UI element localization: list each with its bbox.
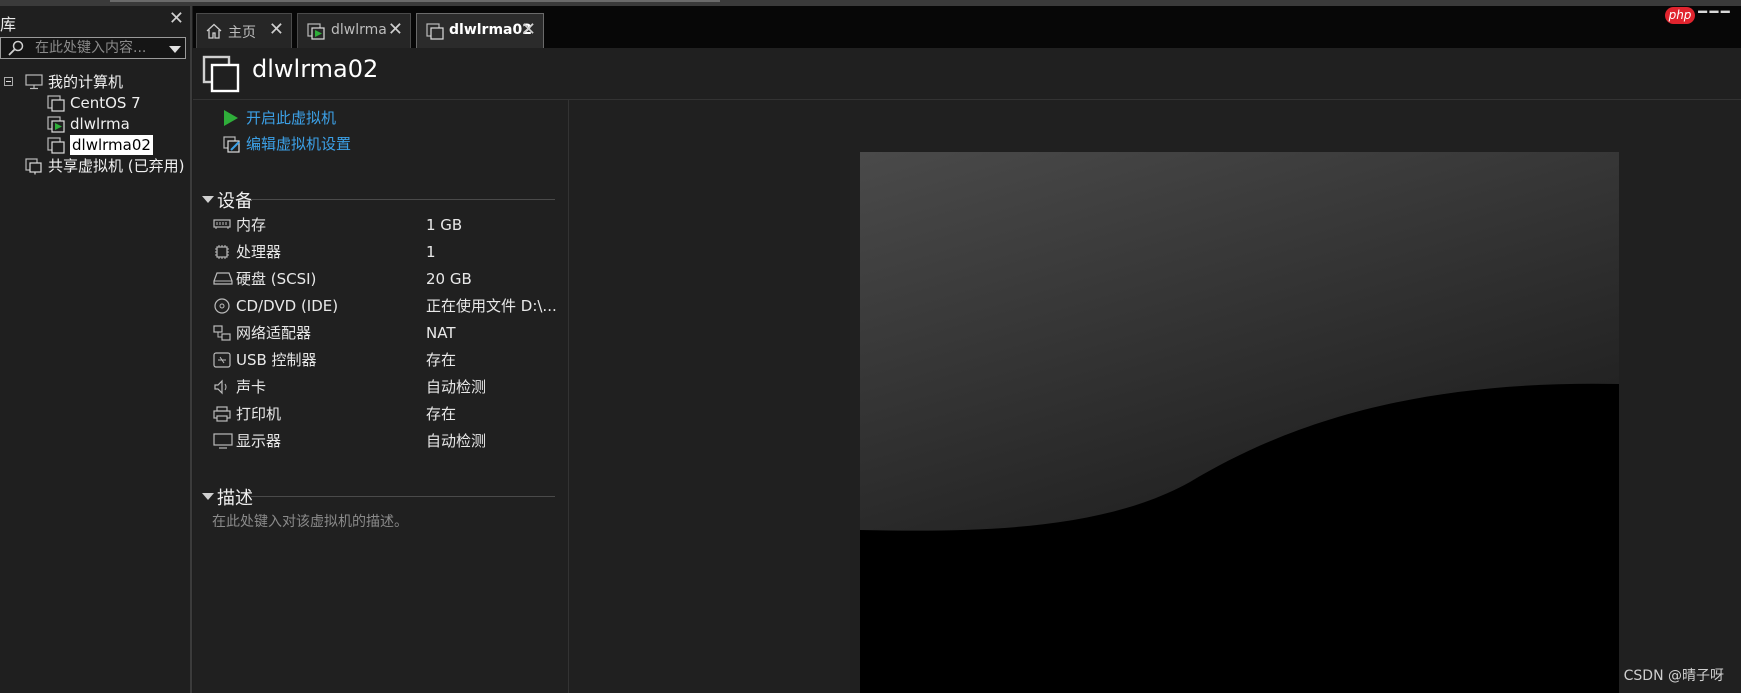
tree-item-label: dlwlrma02 <box>70 135 153 155</box>
device-value: 自动检测 <box>426 378 487 396</box>
device-name: 处理器 <box>236 243 282 261</box>
device-name: 显示器 <box>236 432 282 450</box>
vm-large-icon <box>202 55 240 93</box>
header-divider <box>193 99 1741 100</box>
device-name: 声卡 <box>236 378 267 396</box>
tab-dlwlrma[interactable]: dlwlrma ✕ <box>297 13 411 48</box>
watermark: CSDN @晴子呀 <box>1623 668 1724 684</box>
vm-screen-preview[interactable] <box>860 152 1619 693</box>
library-panel: 库 ✕ 我的计算机 CentOS 7 <box>0 6 192 693</box>
home-icon <box>206 23 222 39</box>
device-name: 硬盘 (SCSI) <box>236 270 317 288</box>
network-adapter-icon <box>213 325 231 341</box>
tree-item-label: CentOS 7 <box>70 94 141 112</box>
tab-label: dlwlrma02 <box>449 22 532 38</box>
usb-icon <box>213 352 231 368</box>
tree-item-label: dlwlrma <box>70 115 130 133</box>
panel-divider <box>568 100 569 693</box>
tab-home[interactable]: 主页 ✕ <box>196 13 292 48</box>
collapse-arrow-icon <box>202 196 214 203</box>
memory-icon <box>213 219 231 229</box>
device-row-hard-disk[interactable]: 硬盘 (SCSI) 20 GB <box>213 267 553 291</box>
php-logo: php <box>1665 7 1695 24</box>
close-tab-icon[interactable]: ✕ <box>269 19 284 40</box>
close-tab-icon[interactable]: ✕ <box>521 19 536 40</box>
device-value: 正在使用文件 D:\... <box>426 297 557 315</box>
printer-icon <box>213 406 231 422</box>
processor-icon <box>215 245 229 259</box>
power-on-label: 开启此虚拟机 <box>246 109 337 127</box>
device-name: USB 控制器 <box>236 351 317 369</box>
tree-item-label: 共享虚拟机 (已弃用) <box>48 157 185 175</box>
device-row-display[interactable]: 显示器 自动检测 <box>213 429 553 453</box>
description-header-label: 描述 <box>217 488 253 509</box>
top-edge-strip <box>110 0 720 2</box>
sound-icon <box>214 379 227 395</box>
devices-section-rule <box>251 199 555 200</box>
play-icon <box>224 110 238 126</box>
search-icon <box>8 40 24 56</box>
preview-thumbnail <box>860 152 1619 693</box>
vm-title: dlwlrma02 <box>252 55 379 83</box>
edit-settings-label: 编辑虚拟机设置 <box>246 135 352 153</box>
cd-dvd-icon <box>214 298 230 314</box>
device-name: 网络适配器 <box>236 324 312 342</box>
search-dropdown-arrow[interactable] <box>169 46 181 53</box>
device-row-processor[interactable]: 处理器 1 <box>213 240 553 264</box>
device-value: 1 <box>426 243 436 261</box>
library-search[interactable] <box>0 37 186 59</box>
vm-icon <box>47 95 65 112</box>
collapse-arrow-icon <box>202 493 214 500</box>
device-value: 自动检测 <box>426 432 487 450</box>
close-library-button[interactable]: ✕ <box>169 8 184 29</box>
device-value: 存在 <box>426 351 457 369</box>
device-name: 打印机 <box>236 405 282 423</box>
search-input[interactable] <box>35 39 155 57</box>
library-title: 库 <box>0 15 17 34</box>
device-name: 内存 <box>236 216 267 234</box>
device-row-network-adapter[interactable]: 网络适配器 NAT <box>213 321 553 345</box>
collapse-icon[interactable] <box>4 77 13 86</box>
tab-label: dlwlrma <box>331 22 387 38</box>
device-name: CD/DVD (IDE) <box>236 297 339 315</box>
logo-subtext: ▬▬▬ <box>1697 7 1741 13</box>
vm-running-icon <box>307 23 325 40</box>
description-section-rule <box>251 496 555 497</box>
shared-vm-icon <box>25 158 42 175</box>
hard-disk-icon <box>213 272 233 285</box>
description-field[interactable]: 在此处键入对该虚拟机的描述。 <box>212 511 408 531</box>
computer-icon <box>25 74 43 90</box>
vm-icon <box>426 23 444 40</box>
tab-dlwlrma02[interactable]: dlwlrma02 ✕ <box>416 13 544 48</box>
devices-header-label: 设备 <box>217 191 253 212</box>
vm-running-icon <box>47 116 65 133</box>
tab-bar: 主页 ✕ dlwlrma ✕ dlwlrma02 ✕ php ▬▬▬ <box>193 6 1741 48</box>
display-icon <box>213 433 233 449</box>
device-row-printer[interactable]: 打印机 存在 <box>213 402 553 426</box>
edit-settings-icon <box>223 136 240 153</box>
device-value: NAT <box>426 324 456 342</box>
device-row-memory[interactable]: 内存 1 GB <box>213 213 553 237</box>
device-row-sound-card[interactable]: 声卡 自动检测 <box>213 375 553 399</box>
device-value: 20 GB <box>426 270 472 288</box>
vm-icon <box>47 137 65 154</box>
device-row-cd-dvd[interactable]: CD/DVD (IDE) 正在使用文件 D:\... <box>213 294 557 318</box>
device-row-usb-controller[interactable]: USB 控制器 存在 <box>213 348 553 372</box>
tree-item-label: 我的计算机 <box>48 73 124 91</box>
tab-label: 主页 <box>228 25 256 41</box>
device-value: 存在 <box>426 405 457 423</box>
device-value: 1 GB <box>426 216 463 234</box>
close-tab-icon[interactable]: ✕ <box>388 19 403 40</box>
